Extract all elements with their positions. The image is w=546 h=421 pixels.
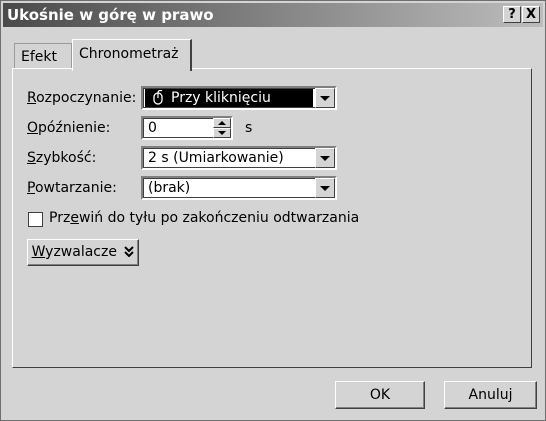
start-value: Przy kliknięciu xyxy=(171,90,271,106)
delay-unit: s xyxy=(245,120,253,136)
repeat-dropdown-arrow[interactable] xyxy=(315,178,335,198)
tab-efekt-label: Efekt xyxy=(21,49,57,65)
delay-spinner[interactable] xyxy=(213,118,231,138)
title-bar[interactable]: Ukośnie w górę w prawo ? X xyxy=(3,3,543,27)
cancel-button[interactable]: Anuluj xyxy=(444,381,537,409)
dialog-window: Ukośnie w górę w prawo ? X Efekt Chronom… xyxy=(0,0,546,421)
ok-button[interactable]: OK xyxy=(335,381,425,409)
repeat-value: (brak) xyxy=(148,180,191,196)
mouse-icon xyxy=(153,90,163,105)
speed-dropdown[interactable]: 2 s (Umiarkowanie) xyxy=(141,146,337,170)
spin-up-icon[interactable] xyxy=(213,118,231,128)
close-button[interactable]: X xyxy=(522,6,540,23)
tab-efekt[interactable]: Efekt xyxy=(14,43,72,69)
double-chevron-down-icon xyxy=(124,246,135,258)
tab-chronometraz-label: Chronometraż xyxy=(79,46,179,62)
speed-dropdown-arrow[interactable] xyxy=(315,148,335,168)
tab-chronometraz[interactable]: Chronometraż xyxy=(72,39,192,71)
rewind-checkbox[interactable] xyxy=(28,212,43,227)
speed-value: 2 s (Umiarkowanie) xyxy=(148,150,284,166)
delay-value: 0 xyxy=(148,120,157,136)
start-label: Rozpoczynanie: xyxy=(27,90,137,106)
delay-label: Opóźnienie: xyxy=(27,120,111,136)
help-button[interactable]: ? xyxy=(503,6,521,23)
dialog-title: Ukośnie w górę w prawo xyxy=(7,6,214,24)
spin-down-icon[interactable] xyxy=(213,128,231,138)
start-selection: Przy kliknięciu xyxy=(145,89,313,107)
triggers-button[interactable]: Wyzwalacze xyxy=(27,239,139,266)
repeat-dropdown[interactable]: (brak) xyxy=(141,176,337,200)
start-dropdown[interactable]: Przy kliknięciu xyxy=(141,86,337,110)
rewind-label[interactable]: Przewiń do tyłu po zakończeniu odtwarzan… xyxy=(49,210,359,226)
start-dropdown-arrow[interactable] xyxy=(315,88,335,108)
repeat-label: Powtarzanie: xyxy=(27,180,117,196)
speed-label: Szybkość: xyxy=(27,150,97,166)
delay-input[interactable]: 0 xyxy=(141,116,233,140)
